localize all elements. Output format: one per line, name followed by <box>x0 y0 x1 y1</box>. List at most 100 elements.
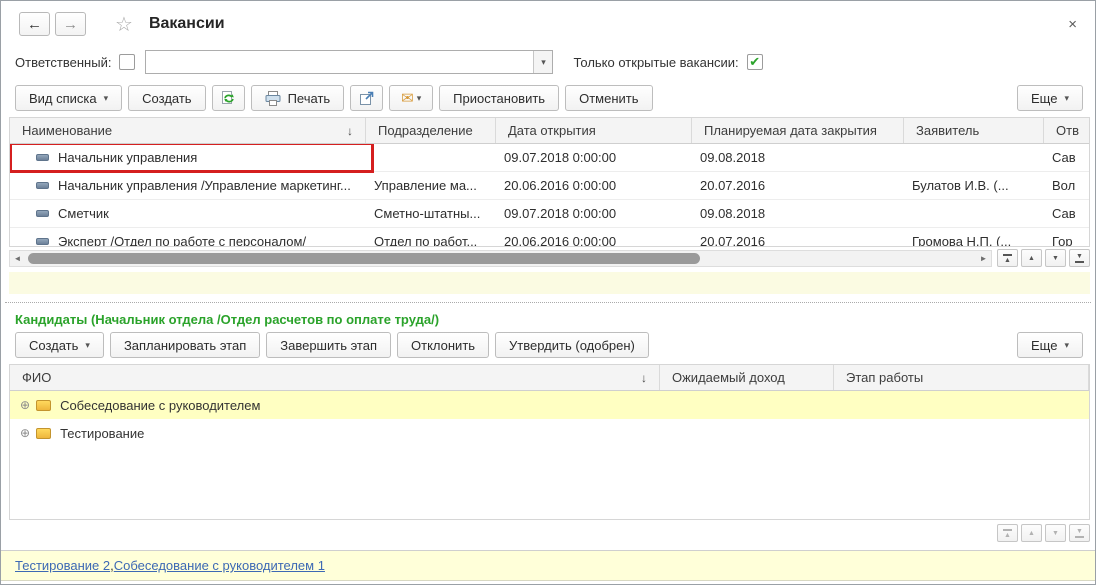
responsible-dropdown-button[interactable]: ▾ <box>533 51 553 73</box>
candidates-table-body: ⊕ Собеседование с руководителем ⊕ Тестир… <box>10 391 1089 519</box>
arrow-up-icon: ▲ <box>1028 254 1035 262</box>
vacancies-table-header: Наименование ↓ Подразделение Дата открыт… <box>10 118 1089 144</box>
mail-icon: ✉ <box>401 89 414 107</box>
go-prev-row-button[interactable]: ▲ <box>1021 524 1042 542</box>
vacancy-icon <box>36 182 49 189</box>
candidates-nav-cluster: ▲ ▲ ▼ ▼ <box>997 524 1090 542</box>
column-header-responsible[interactable]: Отв <box>1044 118 1089 143</box>
go-last-row-button[interactable]: ▼ <box>1069 249 1090 267</box>
stage-summary-footer: Тестирование 2, Собеседование с руководи… <box>1 550 1095 581</box>
vacancies-table-body: Начальник управления 09.07.2018 0:00:00 … <box>10 144 1089 246</box>
arrow-down-icon: ▼ <box>1076 252 1083 260</box>
copy-document-icon <box>222 91 234 104</box>
more-label: Еще <box>1031 90 1058 106</box>
arrow-up-icon: ▲ <box>1004 256 1011 264</box>
column-header-name[interactable]: Наименование ↓ <box>10 118 366 143</box>
back-arrow-icon: ← <box>27 15 42 33</box>
chevron-down-icon: ▾ <box>541 56 546 67</box>
favorite-star-icon[interactable]: ☆ <box>115 12 133 37</box>
approve-button[interactable]: Утвердить (одобрен) <box>495 332 649 358</box>
responsible-label: Ответственный: <box>15 54 112 70</box>
table-row[interactable]: Эксперт /Отдел по работе с персоналом/ О… <box>10 228 1089 246</box>
scroll-left-icon[interactable]: ◄ <box>10 254 25 263</box>
reject-button[interactable]: Отклонить <box>397 332 490 358</box>
go-next-row-button[interactable]: ▼ <box>1045 249 1066 267</box>
table-row[interactable]: Начальник управления /Управление маркети… <box>10 172 1089 200</box>
go-prev-row-button[interactable]: ▲ <box>1021 249 1042 267</box>
create-button[interactable]: Создать <box>128 85 206 111</box>
suspend-label: Приостановить <box>453 90 546 106</box>
create-label: Создать <box>142 90 192 106</box>
scroll-right-icon[interactable]: ► <box>976 254 991 263</box>
back-button[interactable]: ← <box>19 12 50 36</box>
send-email-button[interactable]: ✉ ▾ <box>389 85 434 111</box>
page-title: Вакансии <box>148 15 225 32</box>
vacancies-window: ← → ☆ Вакансии × Ответственный: ▾ Только… <box>0 0 1096 585</box>
column-header-fio[interactable]: ФИО ↓ <box>10 365 660 390</box>
responsible-checkbox[interactable] <box>119 54 136 70</box>
candidates-create-button[interactable]: Создать ▾ <box>15 332 104 358</box>
column-header-planned-close[interactable]: Планируемая дата закрытия <box>692 118 904 143</box>
column-header-stage[interactable]: Этап работы <box>834 365 1089 390</box>
expand-icon[interactable]: ⊕ <box>20 399 30 411</box>
candidates-toolbar: Создать ▾ Запланировать этап Завершить э… <box>1 328 1095 364</box>
candidates-more-button[interactable]: Еще ▾ <box>1017 332 1083 358</box>
candidates-table-header: ФИО ↓ Ожидаемый доход Этап работы <box>10 365 1089 391</box>
cancel-button[interactable]: Отменить <box>565 85 653 111</box>
vacancy-icon <box>36 154 49 161</box>
go-last-row-button[interactable]: ▼ <box>1069 524 1090 542</box>
section-separator <box>5 302 1091 303</box>
vacancy-icon <box>36 210 49 217</box>
arrow-down-icon: ▼ <box>1052 254 1059 262</box>
close-icon[interactable]: × <box>1062 16 1083 33</box>
go-next-row-button[interactable]: ▼ <box>1045 524 1066 542</box>
create-copy-button[interactable] <box>211 85 245 111</box>
filter-row: Ответственный: ▾ Только открытые ваканси… <box>1 45 1095 81</box>
arrow-down-icon: ▼ <box>1076 527 1083 535</box>
list-item[interactable]: ⊕ Тестирование <box>10 419 1089 447</box>
chevron-down-icon: ▾ <box>103 92 109 103</box>
forward-arrow-icon: → <box>63 15 78 33</box>
column-header-open-date[interactable]: Дата открытия <box>496 118 692 143</box>
column-header-department[interactable]: Подразделение <box>366 118 496 143</box>
printer-icon <box>265 90 281 106</box>
forward-button[interactable]: → <box>55 12 86 36</box>
table-footer-strip <box>9 272 1090 294</box>
chevron-down-icon: ▾ <box>416 92 422 103</box>
stage-link-interview[interactable]: Собеседование с руководителем 1 <box>114 558 325 573</box>
responsible-combobox: ▾ <box>145 50 554 74</box>
view-list-label: Вид списка <box>29 90 97 106</box>
list-item[interactable]: ⊕ Собеседование с руководителем <box>10 391 1089 419</box>
vacancies-table: Наименование ↓ Подразделение Дата открыт… <box>9 117 1090 247</box>
table-row[interactable]: Начальник управления 09.07.2018 0:00:00 … <box>10 144 1089 173</box>
scrollbar-thumb[interactable] <box>28 252 700 264</box>
stage-group-icon <box>36 427 52 439</box>
view-list-button[interactable]: Вид списка ▾ <box>15 85 123 111</box>
only-open-checkbox[interactable]: ✔ <box>746 54 763 70</box>
chevron-down-icon: ▾ <box>1064 92 1069 103</box>
stage-link-testing[interactable]: Тестирование 2 <box>15 558 110 573</box>
vacancies-nav-cluster: ▲ ▲ ▼ ▼ <box>997 249 1090 267</box>
go-first-row-button[interactable]: ▲ <box>997 524 1018 542</box>
table-row[interactable]: Сметчик Сметно-штатны... 09.07.2018 0:00… <box>10 200 1089 228</box>
print-button[interactable]: Печать <box>250 85 345 111</box>
responsible-input[interactable] <box>146 51 534 73</box>
titlebar: ← → ☆ Вакансии × <box>1 1 1095 45</box>
suspend-button[interactable]: Приостановить <box>439 85 560 111</box>
column-header-applicant[interactable]: Заявитель <box>904 118 1044 143</box>
more-button[interactable]: Еще ▾ <box>1017 85 1083 111</box>
open-in-new-window-button[interactable] <box>350 85 384 111</box>
horizontal-scrollbar[interactable]: ◄ ► <box>9 249 992 267</box>
finish-stage-button[interactable]: Завершить этап <box>266 332 392 358</box>
plan-stage-button[interactable]: Запланировать этап <box>109 332 261 358</box>
vacancy-icon <box>36 238 49 245</box>
arrow-down-icon: ▼ <box>1052 529 1059 537</box>
chevron-down-icon: ▾ <box>85 339 90 350</box>
candidates-section-title: Кандидаты (Начальник отдела /Отдел расче… <box>15 312 440 327</box>
expand-icon[interactable]: ⊕ <box>20 427 30 439</box>
column-header-expected-income[interactable]: Ожидаемый доход <box>660 365 834 390</box>
go-first-row-button[interactable]: ▲ <box>997 249 1018 267</box>
candidates-nav-row: ▲ ▲ ▼ ▼ <box>1 524 1090 542</box>
candidates-table: ФИО ↓ Ожидаемый доход Этап работы ⊕ Собе… <box>9 364 1090 520</box>
stage-group-icon <box>36 399 52 411</box>
